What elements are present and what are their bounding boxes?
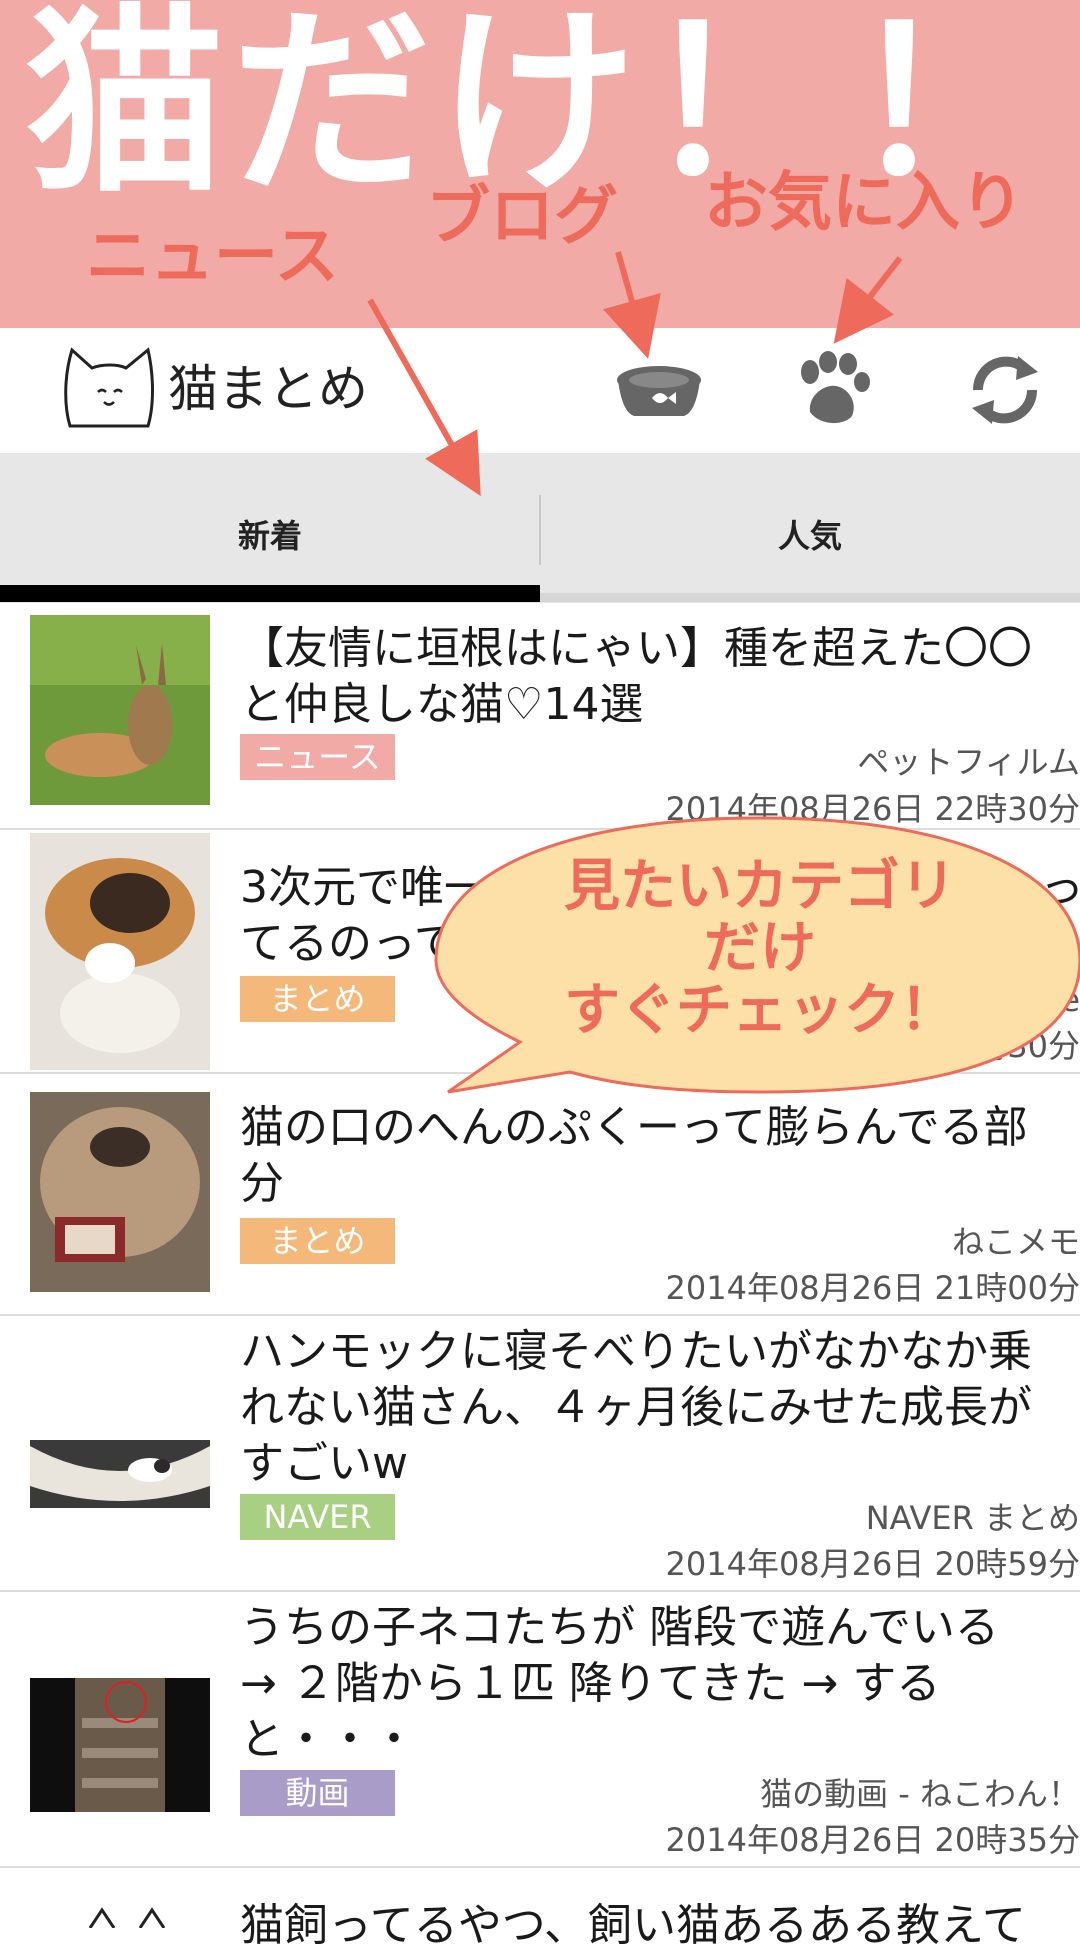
paw-icon[interactable] [786,350,876,430]
refresh-icon[interactable] [960,350,1050,430]
tab-popular-label: 人気 [778,511,842,557]
article-title: 猫飼ってるやつ、飼い猫あるある教えて [240,1898,1070,1954]
promo-banner: 猫だけ！！ ブログ お気に入り ニュース [0,0,1080,328]
list-item[interactable]: ハンモックに寝そべりたいがなかなか乗れない猫さん、４ヶ月後にみせた成長がすごいw… [0,1316,1080,1592]
article-thumbnail [30,1092,210,1292]
category-badge: まとめ [240,1218,395,1264]
promo-label-blog: ブログ [426,182,618,252]
tab-popular[interactable]: 人気 [540,453,1080,603]
article-source: NAVER まとめ [866,1498,1080,1538]
action-bar: 猫まとめ [0,328,1080,453]
list-item[interactable]: 【友情に垣根はにゃい】種を超えた〇〇と仲良しな猫♡14選 ニュース ペットフィル… [0,603,1080,830]
tab-selected-indicator [0,585,540,602]
article-thumbnail [30,833,210,1070]
bubble-line-2: だけ [520,918,1000,980]
article-title: うちの子ネコたちが 階段で遊んでいる → ２階から１匹 降りてきた → すると・… [240,1600,1030,1768]
article-date: 2014年08月26日 20時59分 [666,1544,1080,1584]
article-thumbnail [30,1426,210,1508]
category-badge: まとめ [240,976,395,1022]
article-date: 2014年08月26日 21時00分 [666,1268,1080,1308]
article-source: ねこメモ [952,1222,1080,1262]
category-badge: 動画 [240,1770,395,1816]
list-item[interactable]: 猫飼ってるやつ、飼い猫あるある教えて [0,1868,1080,1928]
article-source: ペットフィルム [857,742,1080,782]
article-source: 猫の動画 - ねこわん！ [760,1774,1080,1814]
article-date: 2014年08月26日 20時35分 [666,1820,1080,1860]
article-thumbnail [30,615,210,805]
category-badge: NAVER [240,1494,395,1540]
list-item[interactable]: うちの子ネコたちが 階段で遊んでいる → ２階から１匹 降りてきた → すると・… [0,1592,1080,1868]
promo-label-news: ニュース [86,222,339,292]
list-item[interactable]: 猫の口のへんのぷくーって膨らんでる部分 まとめ ねこメモ 2014年08月26日… [0,1074,1080,1316]
app-title: 猫まとめ [168,356,368,422]
article-title: 猫の口のへんのぷくーって膨らんでる部分 [240,1100,1070,1212]
article-title: 【友情に垣根はにゃい】種を超えた〇〇と仲良しな猫♡14選 [240,621,1070,733]
article-thumbnail [30,1906,210,1928]
tab-new-label: 新着 [238,511,302,557]
speech-bubble-text: 見たいカテゴリ だけ すぐチェック！ [520,856,1000,1042]
category-badge: ニュース [240,734,395,780]
tab-underline [540,593,1080,602]
tab-new[interactable]: 新着 [0,453,540,603]
cat-bowl-icon[interactable] [614,350,704,430]
cat-logo-icon [62,346,156,430]
bubble-line-3: すぐチェック！ [520,980,1000,1042]
article-thumbnail [30,1678,210,1812]
promo-label-favorites: お気に入り [704,168,1024,238]
bubble-line-1: 見たいカテゴリ [520,856,1000,918]
article-title: ハンモックに寝そべりたいがなかなか乗れない猫さん、４ヶ月後にみせた成長がすごいw [240,1324,1070,1492]
tab-bar: 新着 人気 [0,453,1080,603]
